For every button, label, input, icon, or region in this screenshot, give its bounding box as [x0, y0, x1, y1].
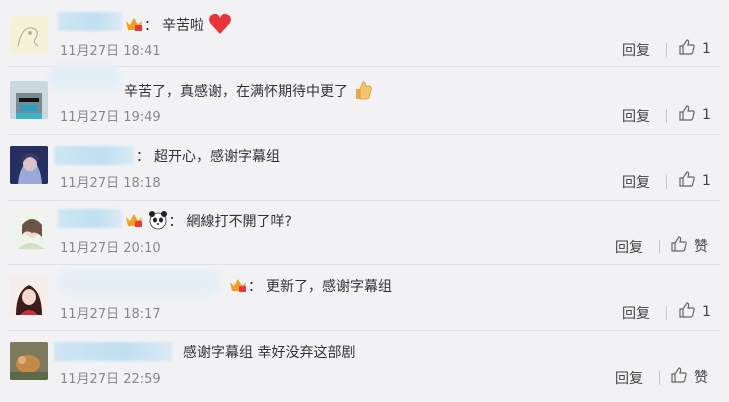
avatar[interactable] [10, 211, 48, 249]
comment-item: ：更新了，感谢字幕组 11月27日 18:17 回复 1 [0, 265, 729, 330]
comment-content: 辛苦了，真感谢，在满怀期待中更了 [124, 79, 374, 105]
comment-text: 感谢字幕组 幸好没弃这部剧 [183, 345, 356, 361]
reply-button[interactable]: 回复 [622, 303, 650, 323]
like-count: 赞 [694, 370, 708, 386]
reply-button[interactable]: 回复 [622, 106, 650, 126]
thumbs-up-icon [678, 301, 696, 323]
like-button[interactable]: 赞 [670, 366, 708, 388]
vip-crown-icon [124, 211, 144, 233]
avatar[interactable] [10, 342, 48, 380]
comment-time: 11月27日 18:41 [60, 44, 161, 59]
like-count: 1 [702, 173, 711, 189]
colon: ： [168, 214, 183, 230]
like-button[interactable]: 1 [678, 301, 711, 323]
reply-button[interactable]: 回复 [622, 40, 650, 60]
comment-text: 更新了，感谢字幕组 [266, 279, 392, 295]
comment-content: 感谢字幕组 幸好没弃这部剧 [183, 342, 355, 362]
comment-text: 辛苦了，真感谢，在满怀期待中更了 [124, 84, 348, 100]
thumbs-up-icon [678, 38, 696, 60]
thumbs-up-emoji-icon [352, 79, 374, 105]
avatar[interactable] [10, 16, 48, 54]
comment-text: 超开心，感谢字幕组 [154, 149, 280, 165]
comment-content: ：更新了，感谢字幕组 [228, 276, 392, 298]
action-divider [659, 240, 660, 254]
action-divider [659, 371, 660, 385]
comment-time: 11月27日 19:49 [60, 110, 161, 125]
vip-crown-icon [228, 276, 248, 298]
username-blurred[interactable] [48, 65, 120, 91]
colon: ： [136, 149, 150, 165]
vip-crown-icon [124, 15, 144, 37]
avatar[interactable] [10, 81, 48, 119]
action-divider [666, 43, 667, 57]
like-count: 赞 [694, 239, 708, 255]
like-count: 1 [702, 41, 711, 57]
like-button[interactable]: 1 [678, 104, 711, 126]
comment-text: 網線打不開了咩? [186, 214, 292, 230]
comment-time: 11月27日 18:17 [60, 307, 161, 322]
comment-item: ：辛苦啦 11月27日 18:41 回复 1 [0, 0, 729, 66]
thumbs-up-icon [670, 235, 688, 257]
username-blurred[interactable] [54, 342, 172, 361]
action-divider [666, 175, 667, 189]
heart-emoji-icon [208, 13, 232, 39]
username-blurred[interactable] [58, 209, 122, 228]
thumbs-up-icon [678, 170, 696, 192]
colon: ： [144, 18, 158, 34]
avatar[interactable] [10, 146, 48, 184]
avatar[interactable] [10, 277, 48, 315]
comment-content: ：網線打不開了咩? [124, 210, 292, 234]
comment-item: 感谢字幕组 幸好没弃这部剧 11月27日 22:59 回复 赞 [0, 331, 729, 402]
reply-button[interactable]: 回复 [615, 368, 643, 388]
comment-text: 辛苦啦 [162, 18, 204, 34]
username-blurred[interactable] [58, 269, 220, 295]
comment-time: 11月27日 22:59 [60, 372, 161, 387]
reply-button[interactable]: 回复 [615, 237, 643, 257]
comment-time: 11月27日 20:10 [60, 241, 161, 256]
reply-button[interactable]: 回复 [622, 172, 650, 192]
username-blurred[interactable] [58, 12, 122, 31]
action-divider [666, 109, 667, 123]
comment-content: ：辛苦啦 [124, 13, 232, 39]
username-blurred[interactable] [54, 146, 134, 165]
comment-item: ：網線打不開了咩? 11月27日 20:10 回复 赞 [0, 201, 729, 264]
thumbs-up-icon [678, 104, 696, 126]
like-button[interactable]: 赞 [670, 235, 708, 257]
thumbs-up-icon [670, 366, 688, 388]
action-divider [666, 306, 667, 320]
comment-time: 11月27日 18:18 [60, 176, 161, 191]
like-count: 1 [702, 107, 711, 123]
panda-emoji-icon [148, 210, 168, 234]
like-button[interactable]: 1 [678, 170, 711, 192]
comment-item: 辛苦了，真感谢，在满怀期待中更了 11月27日 19:49 回复 1 [0, 65, 729, 134]
colon: ： [248, 279, 262, 295]
comment-content: ：超开心，感谢字幕组 [136, 146, 280, 166]
like-button[interactable]: 1 [678, 38, 711, 60]
like-count: 1 [702, 304, 711, 320]
comment-item: ：超开心，感谢字幕组 11月27日 18:18 回复 1 [0, 135, 729, 200]
